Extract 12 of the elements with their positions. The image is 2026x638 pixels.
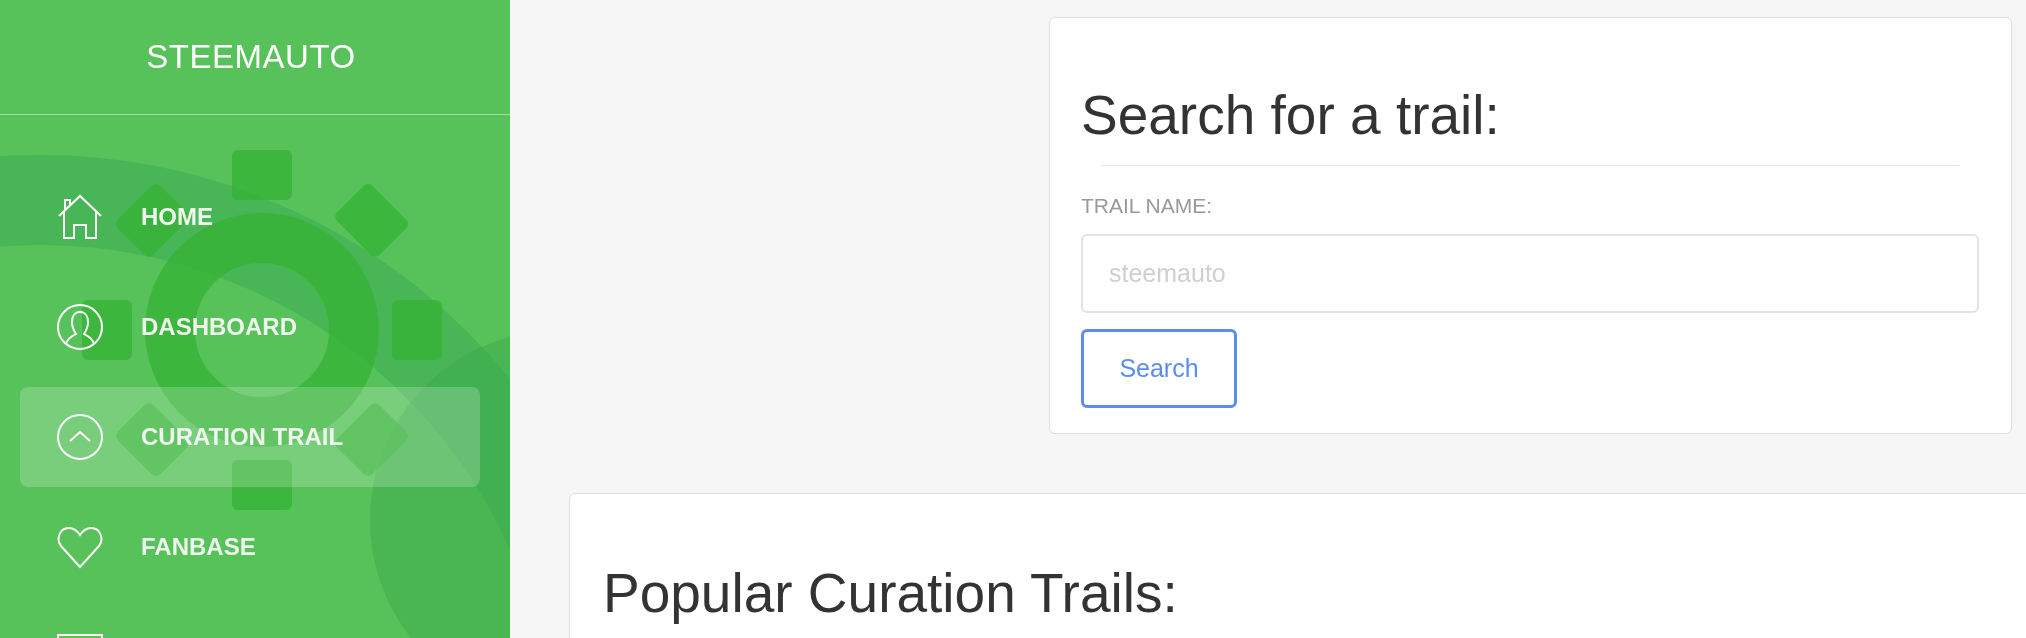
user-icon: [57, 304, 103, 350]
sidebar-item[interactable]: CURATION TRAIL: [20, 387, 480, 487]
home-icon: [57, 194, 103, 240]
sidebar-item[interactable]: HOME: [20, 167, 480, 267]
brand-title[interactable]: STEEMAUTO: [146, 38, 356, 76]
chevron-up-icon: [57, 414, 103, 460]
heart-icon: [57, 524, 103, 570]
search-button[interactable]: Search: [1081, 329, 1237, 408]
sidebar-item[interactable]: FANBASE: [20, 497, 480, 597]
field-label: TRAIL NAME:: [1081, 194, 1213, 218]
search-card-title: Search for a trail:: [1081, 88, 1500, 143]
sidebar-item[interactable]: DASHBOARD: [20, 277, 480, 377]
